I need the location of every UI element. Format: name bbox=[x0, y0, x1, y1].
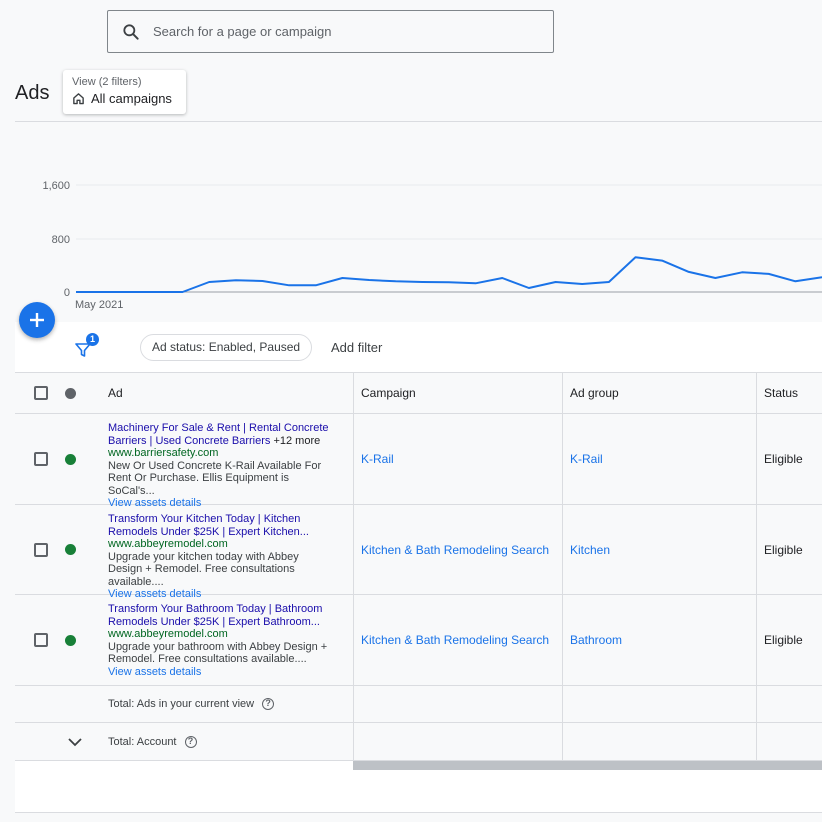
filter-count-badge: 1 bbox=[86, 333, 99, 346]
ad-cell: Transform Your Kitchen Today | Kitchen R… bbox=[108, 505, 338, 600]
ad-group-link[interactable]: Bathroom bbox=[570, 595, 622, 685]
ad-group-link[interactable]: K-Rail bbox=[570, 414, 603, 504]
table-header-row: Ad Campaign Ad group Status bbox=[15, 373, 822, 414]
help-icon[interactable]: ? bbox=[184, 735, 197, 748]
column-header-ad-group[interactable]: Ad group bbox=[570, 373, 619, 413]
ad-url: www.abbeyremodel.com bbox=[108, 538, 228, 550]
ad-cell: Machinery For Sale & Rent | Rental Concr… bbox=[108, 414, 338, 509]
ad-status-filter-chip[interactable]: Ad status: Enabled, Paused bbox=[140, 334, 313, 361]
filter-button[interactable]: 1 bbox=[75, 333, 103, 360]
view-value: All campaigns bbox=[91, 91, 172, 106]
table-row: Transform Your Kitchen Today | Kitchen R… bbox=[15, 505, 822, 600]
row-checkbox[interactable] bbox=[34, 633, 48, 647]
create-button[interactable] bbox=[19, 302, 55, 338]
column-header-status[interactable]: Status bbox=[764, 373, 798, 413]
add-filter-button[interactable]: Add filter bbox=[331, 340, 382, 355]
campaign-link[interactable]: K-Rail bbox=[361, 414, 394, 504]
ad-more-count: +12 more bbox=[273, 434, 321, 447]
search-icon bbox=[123, 23, 139, 40]
ad-description: Upgrade your kitchen today with Abbey De… bbox=[108, 550, 299, 588]
status-value: Eligible bbox=[764, 452, 803, 466]
status-dot bbox=[65, 453, 76, 465]
select-all-checkbox[interactable] bbox=[34, 386, 48, 400]
status-dot bbox=[65, 544, 76, 555]
campaign-link[interactable]: Kitchen & Bath Remodeling Search bbox=[361, 505, 549, 594]
total-view-label: Total: Ads in your current view bbox=[108, 698, 255, 710]
status-value: Eligible bbox=[764, 633, 803, 647]
search-bar[interactable] bbox=[107, 10, 554, 53]
campaign-link[interactable]: Kitchen & Bath Remodeling Search bbox=[361, 595, 549, 685]
performance-chart: 1,600 800 0 May 2021 bbox=[42, 180, 822, 311]
help-icon[interactable]: ? bbox=[262, 698, 275, 710]
filter-bar: 1 Ad status: Enabled, Paused Add filter bbox=[15, 322, 822, 373]
horizontal-scrollbar[interactable] bbox=[353, 761, 822, 770]
ad-description: New Or Used Concrete K-Rail Available Fo… bbox=[108, 459, 322, 497]
plus-icon bbox=[30, 313, 44, 327]
home-icon bbox=[73, 93, 84, 105]
ad-description: Upgrade your bathroom with Abbey Design … bbox=[108, 640, 328, 666]
status-dot bbox=[65, 634, 76, 646]
expand-button[interactable] bbox=[67, 723, 83, 760]
page-title: Ads bbox=[15, 82, 50, 104]
series-line bbox=[76, 256, 822, 293]
view-assets-link[interactable]: View assets details bbox=[108, 666, 338, 679]
y-tick-label: 0 bbox=[64, 287, 70, 299]
x-tick-label: May 2021 bbox=[75, 299, 123, 311]
view-label: View (2 filters) bbox=[72, 76, 142, 88]
ad-headline[interactable]: Transform Your Bathroom Today | Bathroom… bbox=[108, 603, 338, 628]
view-selector[interactable]: View (2 filters) All campaigns bbox=[63, 70, 186, 114]
y-tick-label: 1,600 bbox=[42, 180, 70, 192]
status-column-dot bbox=[65, 387, 76, 399]
status-value: Eligible bbox=[764, 542, 803, 557]
ad-group-link[interactable]: Kitchen bbox=[570, 505, 610, 594]
table-row: Machinery For Sale & Rent | Rental Concr… bbox=[15, 414, 822, 509]
ads-page: Ads View (2 filters) All campaigns 1,600… bbox=[0, 0, 822, 822]
table-row: Transform Your Bathroom Today | Bathroom… bbox=[15, 595, 822, 686]
column-header-ad[interactable]: Ad bbox=[108, 373, 123, 413]
ad-headline[interactable]: Transform Your Kitchen Today | Kitchen R… bbox=[108, 513, 338, 538]
ad-url: www.abbeyremodel.com bbox=[108, 628, 228, 640]
row-checkbox[interactable] bbox=[34, 452, 48, 466]
row-checkbox[interactable] bbox=[34, 542, 48, 557]
y-tick-label: 800 bbox=[52, 234, 70, 246]
column-header-campaign[interactable]: Campaign bbox=[361, 373, 416, 413]
ad-url: www.barriersafety.com bbox=[108, 447, 219, 459]
total-view-row: Total: Ads in your current view ? bbox=[15, 686, 822, 723]
total-account-row: Total: Account ? bbox=[15, 723, 822, 761]
total-account-label: Total: Account bbox=[108, 735, 177, 748]
search-input[interactable] bbox=[153, 24, 533, 39]
chevron-down-icon bbox=[68, 737, 82, 746]
ad-cell: Transform Your Bathroom Today | Bathroom… bbox=[108, 595, 338, 685]
